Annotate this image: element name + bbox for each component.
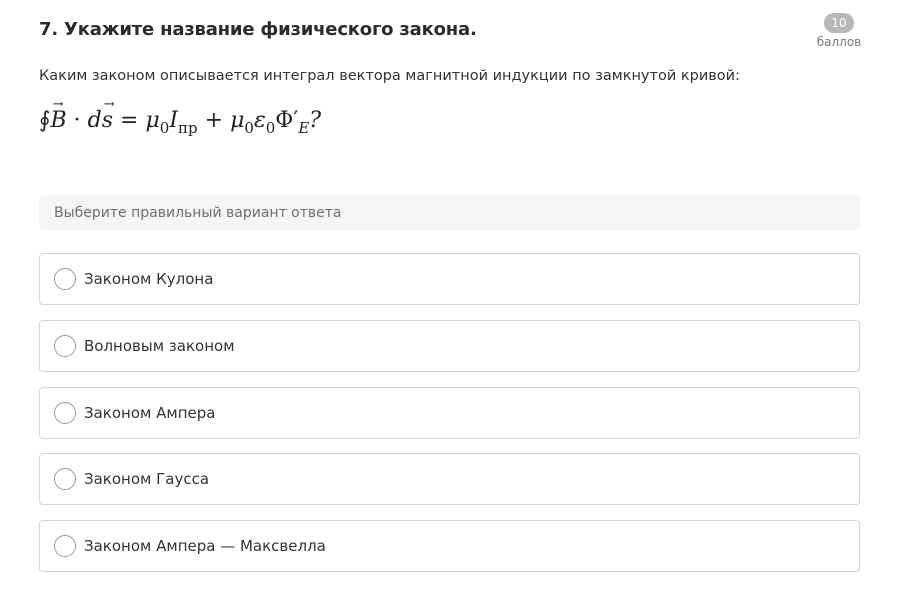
formula-mu-sub: 0 <box>159 119 170 137</box>
quiz-question: 7. Укажите название физического закона. … <box>0 0 915 590</box>
option-label: Законом Ампера — Максвелла <box>84 537 326 555</box>
radio-button[interactable] <box>54 535 76 557</box>
points-label: баллов <box>816 35 862 49</box>
formula-dot: · <box>73 108 81 133</box>
option-gauss-law[interactable]: Законом Гаусса <box>39 453 860 505</box>
question-title: 7. Укажите название физического закона. <box>39 19 477 40</box>
radio-button[interactable] <box>54 268 76 290</box>
formula-integral: ∮ <box>39 108 51 133</box>
formula-question-mark: ? <box>309 108 322 133</box>
option-label: Законом Ампера <box>84 404 216 422</box>
formula-phi-sub: E <box>298 119 310 137</box>
formula-mu: μ <box>145 108 160 133</box>
option-label: Законом Гаусса <box>84 470 210 488</box>
formula-mu-2: μ <box>230 108 245 133</box>
formula: ∮B · ds = μ0Iпр + μ0ε0Φ′E? <box>39 97 322 136</box>
question-text: Каким законом описывается интеграл векто… <box>39 68 740 84</box>
formula-current-sub: пр <box>178 119 198 137</box>
option-label: Законом Кулона <box>84 270 214 288</box>
formula-equals: = <box>120 108 139 133</box>
option-wave-law[interactable]: Волновым законом <box>39 320 860 372</box>
option-coulomb-law[interactable]: Законом Кулона <box>39 253 860 305</box>
formula-plus: + <box>204 108 224 133</box>
option-ampere-law[interactable]: Законом Ампера <box>39 387 860 439</box>
formula-mu-2-sub: 0 <box>244 119 254 137</box>
formula-phi: Φ′ <box>275 108 299 133</box>
formula-vector-s: s <box>102 97 115 133</box>
radio-button[interactable] <box>54 468 76 490</box>
answer-prompt: Выберите правильный вариант ответа <box>39 195 860 231</box>
points-indicator: 10 баллов <box>810 12 868 49</box>
formula-epsilon: ε <box>253 108 266 133</box>
formula-current: I <box>169 108 179 133</box>
formula-d: d <box>87 108 102 133</box>
option-label: Волновым законом <box>84 337 235 355</box>
points-badge: 10 <box>824 13 854 33</box>
option-ampere-maxwell-law[interactable]: Законом Ампера — Максвелла <box>39 520 860 572</box>
formula-vector-b: B <box>50 97 66 133</box>
formula-epsilon-sub: 0 <box>265 119 276 137</box>
radio-button[interactable] <box>54 402 76 424</box>
radio-button[interactable] <box>54 335 76 357</box>
